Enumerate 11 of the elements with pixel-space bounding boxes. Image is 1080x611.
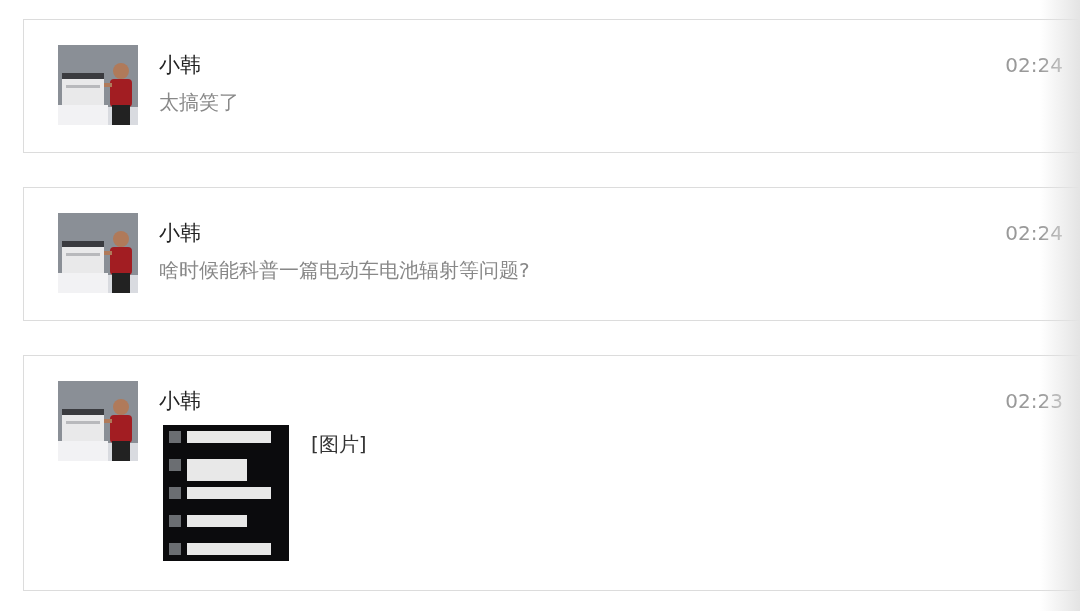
sender-name: 小韩 (159, 52, 201, 79)
message-text: 太搞笑了 (159, 89, 240, 116)
sender-name: 小韩 (159, 220, 201, 247)
message-text: [图片] (311, 431, 367, 458)
message-text: 啥时候能科普一篇电动车电池辐射等问题? (159, 257, 531, 284)
message-time: 02:23 (1005, 388, 1063, 415)
message-time: 02:24 (1005, 52, 1063, 79)
message-card[interactable]: 小韩 02:24 太搞笑了 (23, 19, 1080, 153)
message-card[interactable]: 小韩 02:24 啥时候能科普一篇电动车电池辐射等问题? (23, 187, 1080, 321)
sender-name: 小韩 (159, 388, 201, 415)
message-time: 02:24 (1005, 220, 1063, 247)
